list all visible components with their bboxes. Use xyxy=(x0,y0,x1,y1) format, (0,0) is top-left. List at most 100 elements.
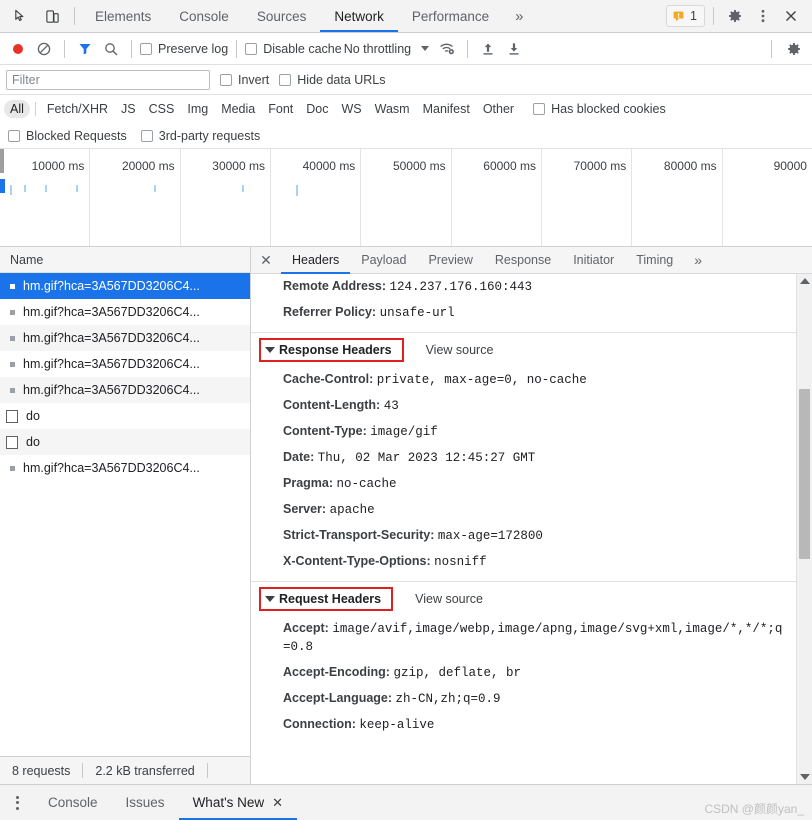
tab-elements[interactable]: Elements xyxy=(81,0,165,32)
warning-count: 1 xyxy=(690,9,697,23)
type-filter-img[interactable]: Img xyxy=(181,100,214,118)
device-toolbar-icon[interactable] xyxy=(40,4,64,28)
header-key: Content-Length: xyxy=(283,398,381,412)
toolbar-divider-5 xyxy=(771,39,772,58)
close-detail-icon[interactable]: ✕ xyxy=(251,247,281,273)
tab-network[interactable]: Network xyxy=(320,0,398,32)
scrollbar-thumb[interactable] xyxy=(799,389,810,559)
close-icon[interactable] xyxy=(778,3,804,29)
table-row[interactable]: hm.gif?hca=3A567DD3206C4... xyxy=(0,299,250,325)
third-party-label: 3rd-party requests xyxy=(158,128,261,143)
has-blocked-cookies-checkbox[interactable]: Has blocked cookies xyxy=(533,102,666,116)
disable-cache-checkbox[interactable]: Disable cache xyxy=(245,42,342,56)
table-row[interactable]: hm.gif?hca=3A567DD3206C4... xyxy=(0,273,250,299)
type-filter-media[interactable]: Media xyxy=(215,100,261,118)
inspect-element-icon[interactable] xyxy=(8,4,32,28)
network-overview-timeline[interactable]: 10000 ms 20000 ms 30000 ms 40000 ms 5000… xyxy=(0,149,812,247)
type-filter-all[interactable]: All xyxy=(4,100,30,118)
more-detail-tabs-icon[interactable]: » xyxy=(684,247,712,273)
header-line: Referrer Policy: unsafe-url xyxy=(251,300,796,326)
drawer-tab-console[interactable]: Console xyxy=(34,785,112,820)
gear-icon[interactable] xyxy=(722,3,748,29)
scroll-down-arrow-icon[interactable] xyxy=(799,774,810,780)
close-drawer-tab-icon[interactable]: ✕ xyxy=(272,795,283,811)
overview-left-handle[interactable] xyxy=(0,149,4,173)
request-headers-section[interactable]: Request Headers xyxy=(259,587,394,611)
drawer-tab-issues[interactable]: Issues xyxy=(112,785,179,820)
header-line: Accept-Language: zh-CN,zh;q=0.9 xyxy=(251,686,796,712)
table-row[interactable]: do xyxy=(0,403,250,429)
import-har-icon[interactable] xyxy=(476,37,500,61)
tab-sources[interactable]: Sources xyxy=(243,0,321,32)
preserve-log-checkbox[interactable]: Preserve log xyxy=(140,42,228,56)
type-filter-font[interactable]: Font xyxy=(262,100,299,118)
drawer-tab-whats-new[interactable]: What's New ✕ xyxy=(178,785,298,820)
tab-headers[interactable]: Headers xyxy=(281,247,351,274)
overview-request-bars xyxy=(0,185,812,211)
extra-filter-row: Blocked Requests 3rd-party requests xyxy=(0,123,812,149)
tab-initiator[interactable]: Initiator xyxy=(562,247,625,273)
request-list[interactable]: hm.gif?hca=3A567DD3206C4... hm.gif?hca=3… xyxy=(0,273,250,756)
throttling-select[interactable]: No throttling xyxy=(344,42,430,56)
view-source-link-request[interactable]: View source xyxy=(415,592,483,606)
type-filter-other[interactable]: Other xyxy=(477,100,520,118)
kebab-menu-icon[interactable] xyxy=(750,3,776,29)
request-headers-section-row: Request Headers View source xyxy=(251,582,796,616)
type-filter-manifest[interactable]: Manifest xyxy=(417,100,476,118)
devtools-window: Elements Console Sources Network Perform… xyxy=(0,0,812,820)
filter-toggle[interactable] xyxy=(73,37,97,61)
table-row[interactable]: hm.gif?hca=3A567DD3206C4... xyxy=(0,377,250,403)
doc-icon xyxy=(6,409,18,423)
detail-scrollbar[interactable] xyxy=(796,274,812,784)
tab-response[interactable]: Response xyxy=(484,247,562,273)
header-value: 43 xyxy=(383,399,399,413)
network-conditions-icon[interactable] xyxy=(435,37,459,61)
table-row[interactable]: hm.gif?hca=3A567DD3206C4... xyxy=(0,455,250,481)
tab-preview[interactable]: Preview xyxy=(417,247,483,273)
header-key: Referrer Policy: xyxy=(283,305,377,319)
export-har-icon[interactable] xyxy=(502,37,526,61)
clear-button[interactable] xyxy=(32,37,56,61)
request-name: hm.gif?hca=3A567DD3206C4... xyxy=(23,461,200,475)
header-line: Date: Thu, 02 Mar 2023 12:45:27 GMT xyxy=(251,445,796,471)
header-value: unsafe-url xyxy=(379,306,455,320)
filter-input[interactable] xyxy=(6,69,210,90)
tab-console[interactable]: Console xyxy=(165,0,243,32)
hide-data-urls-checkbox[interactable]: Hide data URLs xyxy=(279,73,386,87)
type-filter-js[interactable]: JS xyxy=(115,100,142,118)
tab-timing[interactable]: Timing xyxy=(625,247,684,273)
table-row[interactable]: hm.gif?hca=3A567DD3206C4... xyxy=(0,351,250,377)
chevron-down-icon xyxy=(265,596,275,602)
tab-performance[interactable]: Performance xyxy=(398,0,503,32)
request-list-header[interactable]: Name xyxy=(0,247,250,273)
type-filter-fetchxhr[interactable]: Fetch/XHR xyxy=(41,100,114,118)
type-filter-ws[interactable]: WS xyxy=(335,100,367,118)
network-settings-icon[interactable] xyxy=(782,37,806,61)
search-button[interactable] xyxy=(99,37,123,61)
invert-checkbox[interactable]: Invert xyxy=(220,73,269,87)
more-tabs-chevron-icon[interactable]: » xyxy=(503,0,535,32)
type-filter-wasm[interactable]: Wasm xyxy=(369,100,416,118)
checkbox-box xyxy=(220,73,232,86)
view-source-link-response[interactable]: View source xyxy=(426,343,494,357)
overview-bar xyxy=(24,185,27,192)
type-filter-doc[interactable]: Doc xyxy=(300,100,334,118)
request-name: hm.gif?hca=3A567DD3206C4... xyxy=(23,279,200,293)
third-party-requests-checkbox[interactable]: 3rd-party requests xyxy=(140,128,261,143)
record-button[interactable] xyxy=(6,37,30,61)
table-row[interactable]: hm.gif?hca=3A567DD3206C4... xyxy=(0,325,250,351)
type-filter-css[interactable]: CSS xyxy=(143,100,181,118)
tabstrip-left-icons xyxy=(0,0,68,32)
tab-payload[interactable]: Payload xyxy=(350,247,417,273)
header-key: Cache-Control: xyxy=(283,372,374,386)
scroll-up-arrow-icon[interactable] xyxy=(799,278,810,284)
drawer-menu-icon[interactable] xyxy=(0,795,34,810)
table-row[interactable]: do xyxy=(0,429,250,455)
network-toolbar: Preserve log Disable cache No throttling xyxy=(0,33,812,65)
transferred-size: 2.2 kB transferred xyxy=(95,763,195,778)
blocked-requests-checkbox[interactable]: Blocked Requests xyxy=(8,129,127,143)
checkbox-box xyxy=(279,73,292,86)
response-headers-section[interactable]: Response Headers xyxy=(259,338,404,362)
warning-badge[interactable]: 1 xyxy=(666,5,705,27)
gif-icon xyxy=(10,361,15,367)
